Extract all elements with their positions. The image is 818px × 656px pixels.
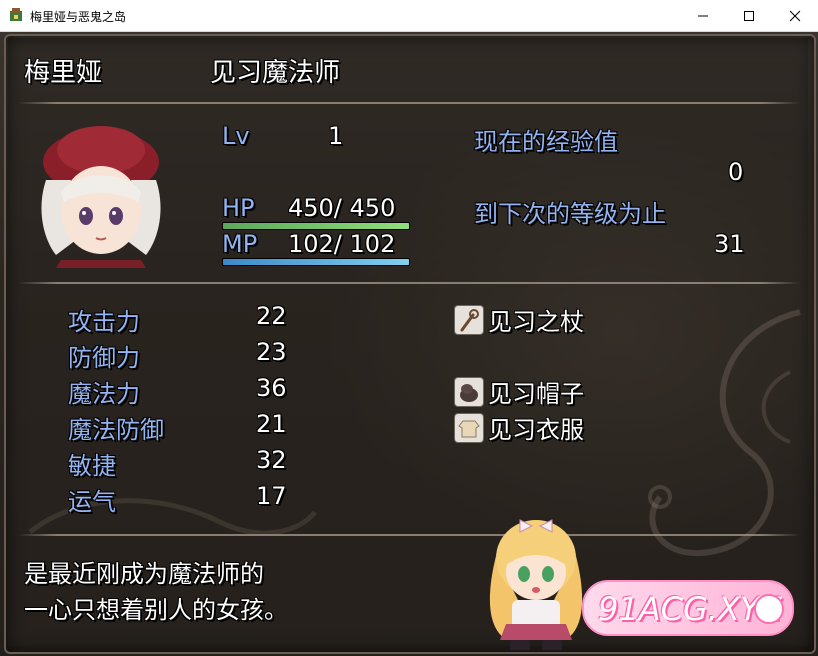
- minimize-button[interactable]: [680, 0, 726, 31]
- maximize-button[interactable]: [726, 0, 772, 31]
- character-portrait: [41, 126, 161, 268]
- minimize-icon: [698, 15, 708, 16]
- close-icon: [789, 10, 801, 21]
- stat-label-magic-defense: 魔法防御: [68, 416, 164, 444]
- app-icon: [10, 8, 22, 21]
- level-value: 1: [328, 122, 344, 150]
- equipment-head[interactable]: 见习帽子: [488, 374, 584, 409]
- maximize-icon: [744, 10, 754, 21]
- site-watermark: 91ACG.XYZ: [582, 580, 794, 636]
- hp-value: 450/ 450: [288, 194, 396, 222]
- stat-value-magic: 36: [256, 374, 287, 402]
- stat-label-magic: 魔法力: [68, 380, 140, 408]
- chibi-mascot: [489, 519, 583, 650]
- hat-icon: [454, 377, 484, 407]
- clothes-icon: [454, 413, 484, 443]
- exp-value: 0: [728, 158, 744, 186]
- mp-label: MP: [222, 230, 258, 258]
- stat-value-attack: 22: [256, 302, 287, 330]
- stat-value-luck: 17: [256, 482, 287, 510]
- divider: [18, 102, 800, 104]
- window-titlebar: 梅里娅与恶鬼之岛: [0, 0, 818, 32]
- equipment-weapon[interactable]: 见习之杖: [488, 302, 584, 337]
- mp-value: 102/ 102: [288, 230, 396, 258]
- peach-icon: [754, 594, 784, 624]
- staff-icon: [454, 305, 484, 335]
- character-description-line2: 一心只想着别人的女孩。: [24, 596, 288, 624]
- stat-label-luck: 运气: [68, 488, 116, 516]
- mp-gauge-fill: [223, 259, 409, 265]
- next-level-value: 31: [714, 230, 745, 258]
- character-name: 梅里娅: [24, 58, 103, 88]
- next-level-label: 到下次的等级为止: [474, 200, 666, 228]
- hp-gauge-fill: [223, 223, 409, 229]
- stat-value-defense: 23: [256, 338, 287, 366]
- stat-value-magic-defense: 21: [256, 410, 287, 438]
- window-title: 梅里娅与恶鬼之岛: [30, 10, 127, 24]
- divider: [18, 534, 800, 536]
- hp-gauge: [222, 222, 410, 230]
- stat-label-defense: 防御力: [68, 344, 140, 372]
- level-label: Lv: [222, 122, 250, 150]
- close-button[interactable]: [772, 0, 818, 31]
- equipment-body[interactable]: 见习衣服: [488, 410, 584, 445]
- character-class: 见习魔法师: [210, 58, 341, 88]
- hp-label: HP: [222, 194, 255, 222]
- mp-gauge: [222, 258, 410, 266]
- stat-value-agility: 32: [256, 446, 287, 474]
- stat-label-agility: 敏捷: [68, 452, 116, 480]
- character-description-line1: 是最近刚成为魔法师的: [24, 560, 264, 588]
- exp-label: 现在的经验值: [474, 128, 618, 156]
- divider: [18, 282, 800, 284]
- stat-label-attack: 攻击力: [68, 308, 140, 336]
- game-screen: 梅里娅 见习魔法师 Lv 1 HP 450/ 450 MP 102/ 102 现…: [0, 32, 818, 656]
